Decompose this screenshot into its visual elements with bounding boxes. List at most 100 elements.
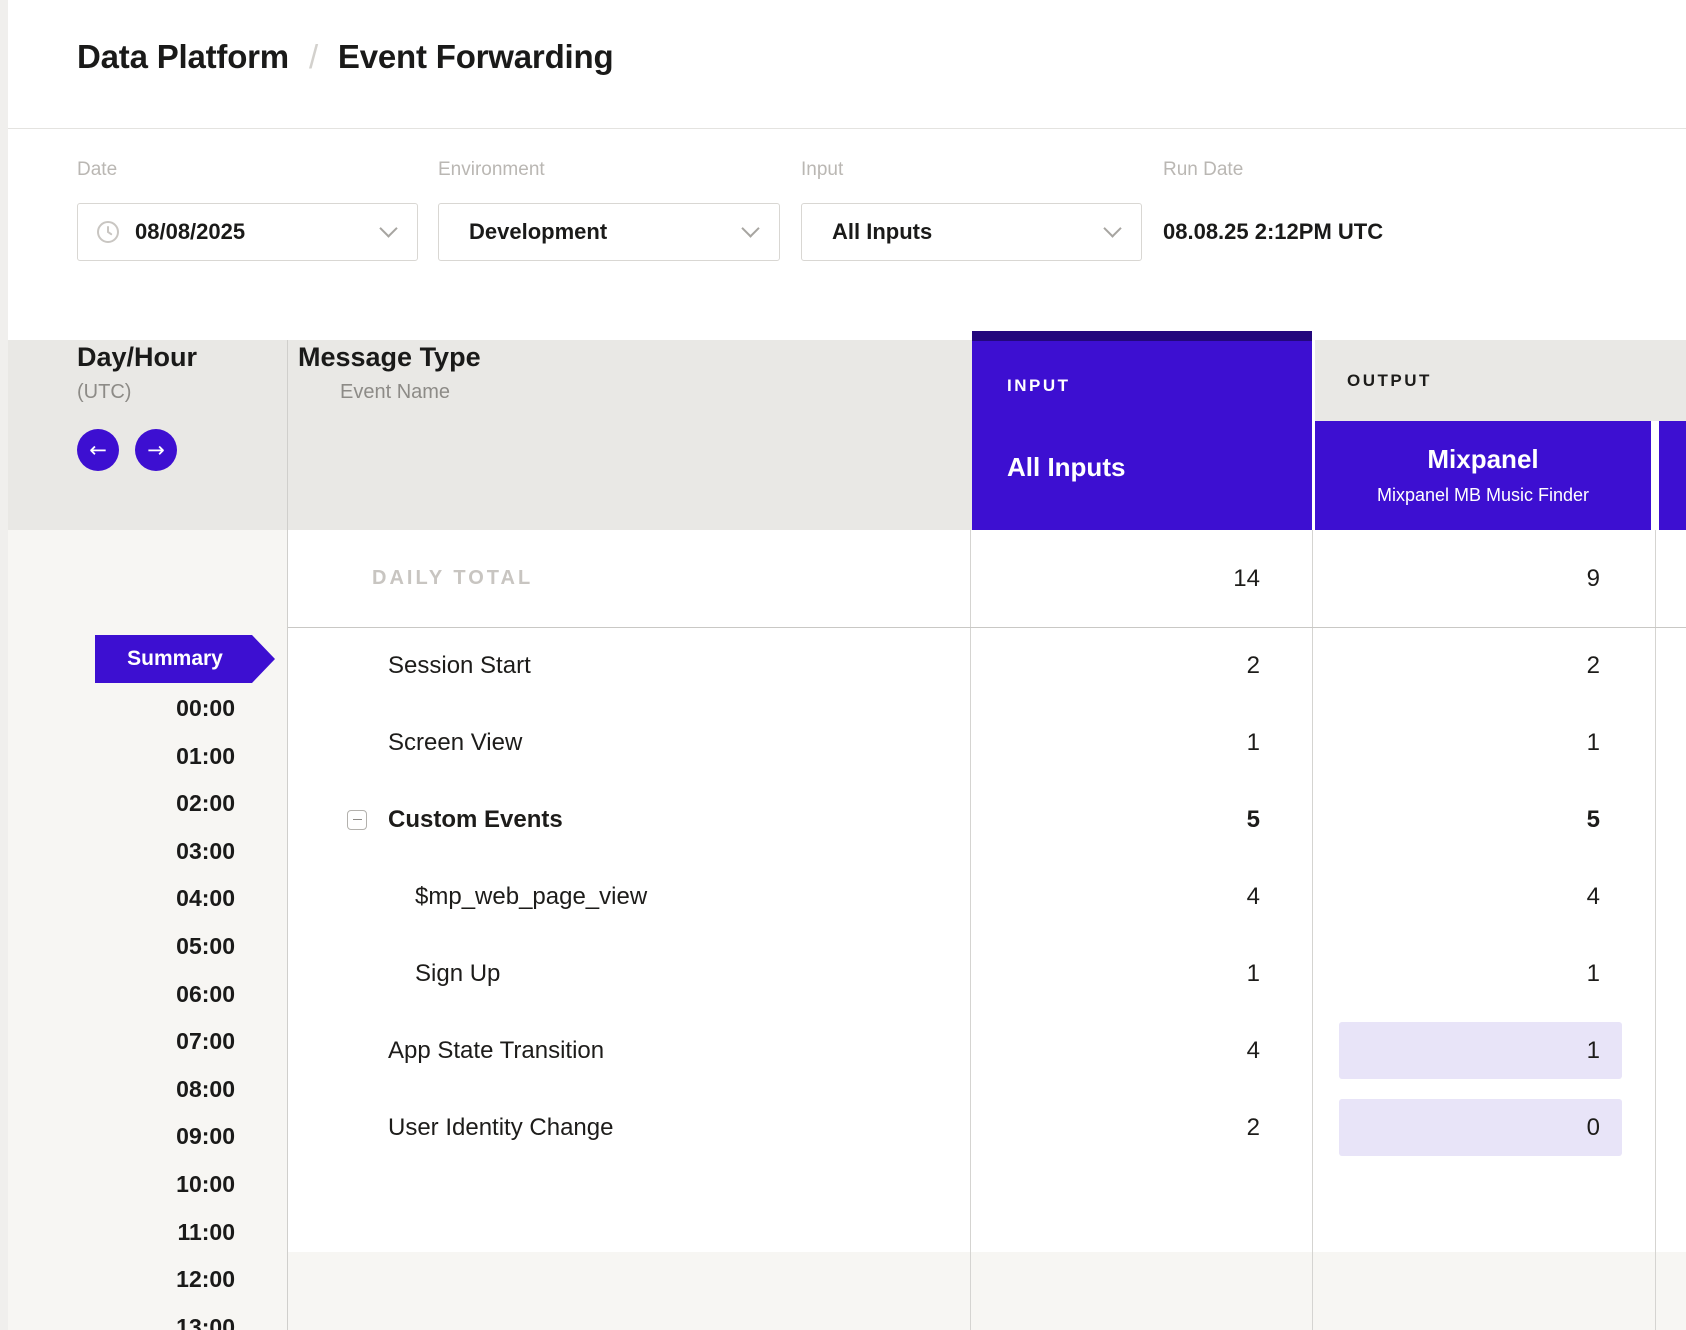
hour-item[interactable]: 02:00 — [0, 789, 235, 817]
message-type-header: Message Type Event Name — [298, 342, 481, 404]
hour-item[interactable]: 00:00 — [0, 694, 235, 722]
day-navigation: ← → — [77, 429, 177, 471]
hour-item[interactable]: 10:00 — [0, 1170, 235, 1198]
environment-value: Development — [469, 219, 607, 245]
next-day-button[interactable]: → — [135, 429, 177, 471]
output-count-cell: 0 — [1313, 1099, 1656, 1156]
row-label: App State Transition — [288, 1037, 971, 1065]
table-row: Custom Events 55 — [288, 781, 1686, 858]
previous-day-button[interactable]: ← — [77, 429, 119, 471]
output-count-cell: 1 — [1313, 1022, 1656, 1079]
row-label: $mp_web_page_view — [288, 883, 971, 911]
output-count-cell: 2 — [1313, 637, 1656, 694]
input-count-cell: 1 — [971, 960, 1313, 988]
table-row: Session Start 22 — [288, 627, 1686, 704]
output-count-cell: 4 — [1313, 868, 1656, 925]
output-column-header-mixpanel: Mixpanel Mixpanel MB Music Finder — [1315, 421, 1651, 530]
output-column-headers: Mixpanel Mixpanel MB Music Finder — [1315, 421, 1686, 530]
input-section-label: INPUT — [1007, 376, 1312, 396]
hour-item[interactable]: 09:00 — [0, 1122, 235, 1150]
summary-tag[interactable]: Summary — [95, 635, 275, 683]
output-count-highlighted: 0 — [1339, 1099, 1622, 1156]
output-section-label: OUTPUT — [1347, 371, 1432, 391]
output-count: 2 — [1339, 637, 1622, 694]
event-rows: Session Start22Screen View11Custom Event… — [288, 627, 1686, 1166]
run-date-label: Run Date — [1163, 158, 1383, 182]
day-hour-subtitle: (UTC) — [77, 380, 197, 404]
chevron-down-icon[interactable] — [379, 219, 397, 237]
event-name-text: Screen View — [388, 729, 522, 757]
date-filter-label: Date — [77, 158, 418, 182]
minus-glyph — [353, 819, 362, 821]
hour-item[interactable]: 06:00 — [0, 980, 235, 1008]
filter-bar: Date 08/08/2025 Environment Development … — [0, 130, 1686, 340]
top-bar: Data Platform / Event Forwarding — [0, 0, 1686, 129]
output-count-highlighted: 1 — [1339, 1022, 1622, 1079]
arrow-left-icon: ← — [89, 438, 107, 462]
output-column-subtitle: Mixpanel MB Music Finder — [1315, 485, 1651, 506]
input-count-cell: 2 — [971, 652, 1313, 680]
table-row: App State Transition 41 — [288, 1012, 1686, 1089]
output-count: 5 — [1339, 791, 1622, 848]
window-edge — [0, 0, 8, 1330]
input-column-header: INPUT All Inputs — [972, 331, 1312, 530]
environment-filter: Environment Development — [438, 158, 780, 261]
run-date-value: 08.08.25 2:12PM UTC — [1163, 203, 1383, 261]
input-count-cell: 5 — [971, 806, 1313, 834]
hour-item[interactable]: 01:00 — [0, 742, 235, 770]
input-filter: Input All Inputs — [801, 158, 1142, 261]
environment-dropdown[interactable]: Development — [438, 203, 780, 261]
input-filter-label: Input — [801, 158, 1142, 182]
event-name-text: $mp_web_page_view — [415, 883, 647, 911]
daily-total-input-value: 14 — [971, 565, 1313, 593]
daily-total-row: DAILY TOTAL 14 9 — [288, 530, 1686, 627]
output-count: 1 — [1339, 714, 1622, 771]
page-title: Event Forwarding — [338, 38, 614, 76]
hour-item[interactable]: 12:00 — [0, 1265, 235, 1293]
hour-item[interactable]: 11:00 — [0, 1218, 235, 1246]
event-name-text: Sign Up — [415, 960, 500, 988]
date-value: 08/08/2025 — [135, 219, 245, 245]
run-date: Run Date 08.08.25 2:12PM UTC — [1163, 158, 1383, 261]
day-hour-title: Day/Hour — [77, 342, 197, 372]
daily-total-label: DAILY TOTAL — [288, 567, 971, 590]
table-row: Screen View 11 — [288, 704, 1686, 781]
row-label: Custom Events — [288, 806, 971, 834]
event-name-text: Custom Events — [388, 806, 563, 834]
breadcrumb: Data Platform / Event Forwarding — [77, 38, 613, 76]
input-count-cell: 1 — [971, 729, 1313, 757]
message-type-title: Message Type — [298, 342, 481, 372]
table-row: $mp_web_page_view44 — [288, 858, 1686, 935]
collapse-minus-icon[interactable] — [347, 810, 367, 830]
clock-icon — [96, 220, 120, 244]
output-column-title: Mixpanel — [1315, 444, 1651, 474]
hour-item[interactable]: 05:00 — [0, 932, 235, 960]
day-hour-header: Day/Hour (UTC) — [77, 342, 197, 404]
chevron-down-icon[interactable] — [1103, 219, 1121, 237]
input-count-cell: 4 — [971, 1037, 1313, 1065]
output-count-cell: 1 — [1313, 714, 1656, 771]
hour-item[interactable]: 13:00 — [0, 1313, 235, 1330]
hour-item[interactable]: 03:00 — [0, 837, 235, 865]
event-name-text: Session Start — [388, 652, 531, 680]
output-count: 1 — [1339, 945, 1622, 1002]
hour-item[interactable]: 08:00 — [0, 1075, 235, 1103]
output-count-cell: 1 — [1313, 945, 1656, 1002]
hour-item[interactable]: 04:00 — [0, 884, 235, 912]
table-row: User Identity Change20 — [288, 1089, 1686, 1166]
hour-item[interactable]: 07:00 — [0, 1027, 235, 1055]
date-dropdown[interactable]: 08/08/2025 — [77, 203, 418, 261]
breadcrumb-section[interactable]: Data Platform — [77, 38, 289, 76]
output-column-header-next-partial — [1659, 421, 1686, 530]
event-name-text: User Identity Change — [388, 1114, 613, 1142]
grid-footer-band — [288, 1252, 1686, 1330]
row-label: Session Start — [288, 652, 971, 680]
input-column-title: All Inputs — [1007, 452, 1312, 482]
breadcrumb-separator: / — [309, 38, 318, 76]
row-label: Sign Up — [288, 960, 971, 988]
environment-filter-label: Environment — [438, 158, 780, 182]
table-row: Sign Up 11 — [288, 935, 1686, 1012]
input-dropdown[interactable]: All Inputs — [801, 203, 1142, 261]
chevron-down-icon[interactable] — [741, 219, 759, 237]
event-name-text: App State Transition — [388, 1037, 604, 1065]
